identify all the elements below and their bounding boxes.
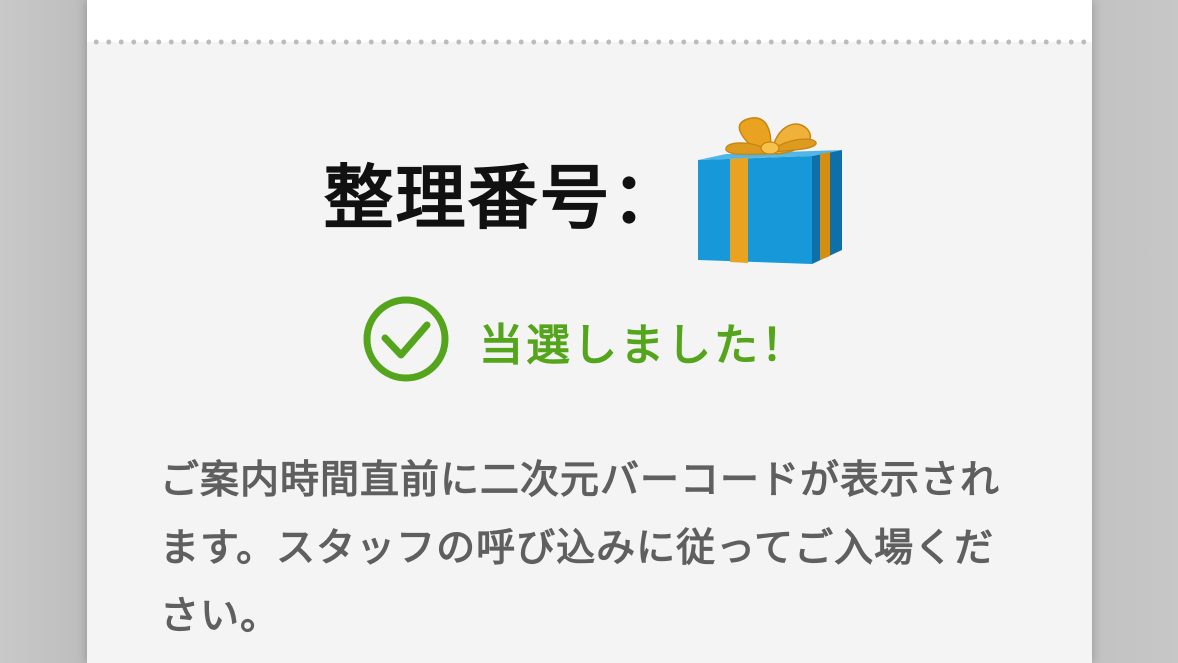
perforation-divider	[87, 39, 1092, 45]
ticket-card-top	[87, 0, 1092, 42]
check-circle-icon	[363, 294, 479, 388]
lottery-result-row: 当選しました！	[87, 296, 1092, 386]
gift-icon	[690, 110, 850, 274]
page-background: 整理番号： 当選しました！ ご案内時間直前に二次元バーコードが表示されます。スタ…	[0, 0, 1178, 663]
ticket-card: 整理番号： 当選しました！ ご案内時間直前に二次元バーコードが表示されます。スタ…	[87, 0, 1092, 663]
ticket-number-row: 整理番号：	[87, 112, 1092, 272]
entry-notice-text: ご案内時間直前に二次元バーコードが表示されます。スタッフの呼び込みに従ってご入場…	[160, 458, 1001, 639]
ticket-number-label: 整理番号：	[323, 156, 684, 239]
lottery-result-text: 当選しました！	[479, 320, 808, 371]
